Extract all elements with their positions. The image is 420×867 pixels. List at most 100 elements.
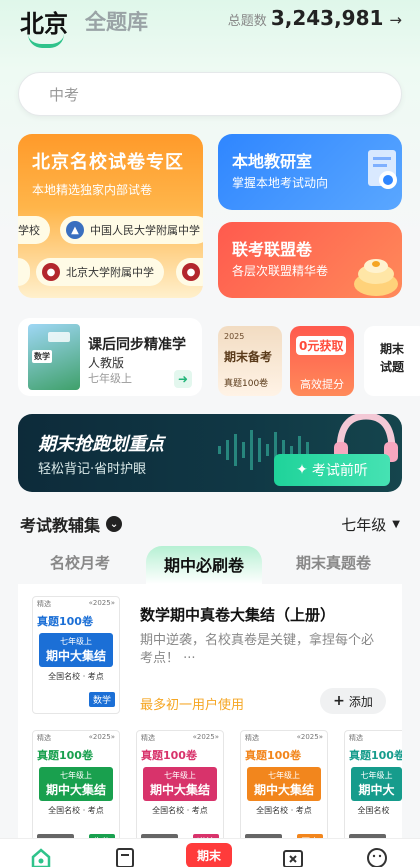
cover-tag: 全国名校 — [357, 806, 390, 815]
card-title: 本地教研室 — [232, 152, 313, 171]
school-pill[interactable] — [18, 258, 30, 286]
cover-band: 七年级上 期中大集结 — [247, 767, 321, 801]
school-logo-icon: ● — [42, 263, 60, 281]
school-pill[interactable]: ▲ 中国人民大学附属中学 — [60, 216, 203, 244]
total-value: 3,243,981 — [270, 6, 384, 30]
cover-band: 七年级上 期中大 — [351, 767, 402, 801]
add-label: 添加 — [348, 694, 373, 709]
caret-down-icon: ▼ — [392, 519, 400, 530]
cover-band: 七年级上 期中大集结 — [39, 767, 113, 801]
cover-brand: 真题100卷 — [245, 749, 301, 762]
cover-tag: 全国名校 · 考点 — [256, 806, 312, 815]
add-button[interactable]: + 添加 — [320, 688, 386, 714]
document-icon — [368, 150, 397, 189]
sync-title: 课后同步精准学 — [88, 337, 186, 353]
school-pill[interactable]: ● — [176, 258, 203, 286]
search-input[interactable]: 中考 — [18, 72, 402, 116]
cover-tag: 全国名校 · 考点 — [152, 806, 208, 815]
cover-band-small: 七年级上 — [268, 771, 300, 780]
tab-all-questions[interactable]: 全题库 — [85, 6, 148, 36]
profile-icon[interactable] — [366, 847, 388, 867]
cover-band-big: 期中大集结 — [45, 783, 106, 797]
cover-band-small: 七年级上 — [360, 771, 393, 780]
cover-year: «2025» — [88, 733, 115, 741]
mini-line2: 试题 — [380, 360, 405, 374]
featured-title[interactable]: 数学期中真卷大集结（上册） — [140, 604, 335, 625]
school-pill[interactable]: ● 北京大学附属中学 — [36, 258, 164, 286]
card-subtitle: 掌握本地考试动向 — [232, 176, 329, 190]
mini-subtitle: 高效提分 — [300, 378, 344, 391]
mini-line1: 期末 — [380, 342, 405, 356]
cover-tag: 全国名校 · 考点 — [48, 806, 104, 815]
mini-title: 0元获取 — [296, 336, 347, 355]
final-exam-nav-button[interactable]: 期末 — [186, 843, 232, 867]
cover-band-big: 期中大 — [358, 783, 395, 797]
card-title: 联考联盟卷 — [232, 240, 313, 259]
school-name: 学校 — [18, 224, 40, 237]
active-tab-indicator — [28, 34, 64, 48]
cover-band-small: 七年级上 — [164, 771, 196, 780]
exam-tabs: 名校月考 期中必刷卷 期末真题卷 — [18, 544, 402, 584]
cover-year: «2025» — [192, 733, 219, 741]
cover-band: 七年级上 期中大集结 — [39, 633, 113, 667]
section-title[interactable]: 考试教辅集 ⌄ — [20, 512, 123, 536]
tab-monthly[interactable]: 名校月考 — [50, 552, 110, 573]
cover-brand: 真题100卷 — [349, 749, 402, 762]
sync-edition: 人教版 — [88, 356, 125, 370]
listen-button[interactable]: ✦ 考试前听 — [274, 454, 390, 486]
card-subtitle: 各层次联盟精华卷 — [232, 264, 329, 278]
papers-icon[interactable] — [114, 847, 136, 867]
featured-desc: 期中逆袭，名校真卷是关键，拿捏每个必考点！ ··· — [140, 633, 375, 666]
cover-band-small: 七年级上 — [60, 771, 92, 780]
school-logo-icon: ● — [182, 263, 200, 281]
joint-exam-card[interactable]: 联考联盟卷 各层次联盟精华卷 — [218, 222, 402, 298]
cover-band: 七年级上 期中大集结 — [143, 767, 217, 801]
cover-brand: 真题100卷 — [141, 749, 197, 762]
free-get-card[interactable]: 0元获取 高效提分 — [290, 326, 354, 396]
card-title: 北京名校试卷专区 — [32, 152, 184, 173]
grade-value: 七年级 — [341, 516, 387, 534]
famous-schools-card[interactable]: 北京名校试卷专区 本地精选独家内部试卷 学校 ▲ 中国人民大学附属中学 ● 北京… — [18, 134, 203, 298]
sync-learning-card[interactable]: 数学 课后同步精准学 人教版 七年级上 ➜ — [18, 318, 202, 396]
featured-users: 最多初一用户使用 — [140, 698, 245, 713]
wrong-questions-icon[interactable] — [282, 847, 304, 867]
cover-year: «2025» — [88, 599, 115, 607]
total-questions[interactable]: 总题数 3,243,981 → — [228, 6, 402, 30]
sync-grade: 七年级上 — [88, 372, 132, 385]
mini-title: 期末备考 — [224, 350, 273, 364]
cover-band-big: 期中大集结 — [253, 783, 314, 797]
cover-band-big: 期中大集结 — [149, 783, 210, 797]
cover-band-small: 七年级上 — [60, 637, 92, 646]
paper-roll-icon — [354, 259, 398, 296]
tab-final[interactable]: 期末真题卷 — [296, 552, 371, 573]
bottom-nav: 期末 — [0, 838, 420, 867]
cover-brand: 真题100卷 — [37, 749, 93, 762]
final-sprint-banner[interactable]: 期末抢跑划重点 轻松背记·省时护眼 ✦ 考试前听 — [18, 414, 402, 492]
cover-year: «2025» — [296, 733, 323, 741]
cover-brand: 真题100卷 — [37, 615, 93, 628]
cover-band-big: 期中大集结 — [45, 649, 106, 663]
featured-cover[interactable]: 精选 «2025» 真题100卷 七年级上 期中大集结 全国名校 · 考点 数学 — [32, 596, 120, 714]
banner-title: 期末抢跑划重点 — [38, 434, 164, 455]
exam-panel: 精选 «2025» 真题100卷 七年级上 期中大集结 全国名校 · 考点 数学 … — [18, 584, 402, 867]
school-name: 北京大学附属中学 — [66, 266, 154, 279]
grade-select[interactable]: 七年级 ▼ — [341, 514, 400, 535]
textbook-cover-icon: 数学 — [28, 324, 80, 390]
mini-tag: 真题100卷 — [224, 379, 269, 389]
school-name: 中国人民大学附属中学 — [90, 224, 200, 237]
arrow-right-icon[interactable]: ➜ — [174, 370, 192, 388]
home-icon[interactable] — [30, 847, 52, 867]
tab-midterm[interactable]: 期中必刷卷 — [146, 546, 263, 584]
card-subtitle: 本地精选独家内部试卷 — [32, 183, 153, 197]
final-exam-card[interactable]: 期末 试题 — [364, 326, 420, 396]
school-pill[interactable]: 学校 — [18, 216, 50, 244]
section-title-text: 考试教辅集 — [20, 516, 101, 535]
banner-subtitle: 轻松背记·省时护眼 — [38, 462, 147, 477]
total-label: 总题数 — [227, 14, 267, 29]
school-logo-icon: ▲ — [66, 221, 84, 239]
search-placeholder: 中考 — [49, 85, 80, 104]
mini-year: 2025 — [224, 332, 245, 341]
research-office-card[interactable]: 本地教研室 掌握本地考试动向 — [218, 134, 402, 210]
final-prep-card[interactable]: 2025 期末备考 真题100卷 — [218, 326, 282, 396]
arrow-right-icon: → — [389, 11, 402, 29]
